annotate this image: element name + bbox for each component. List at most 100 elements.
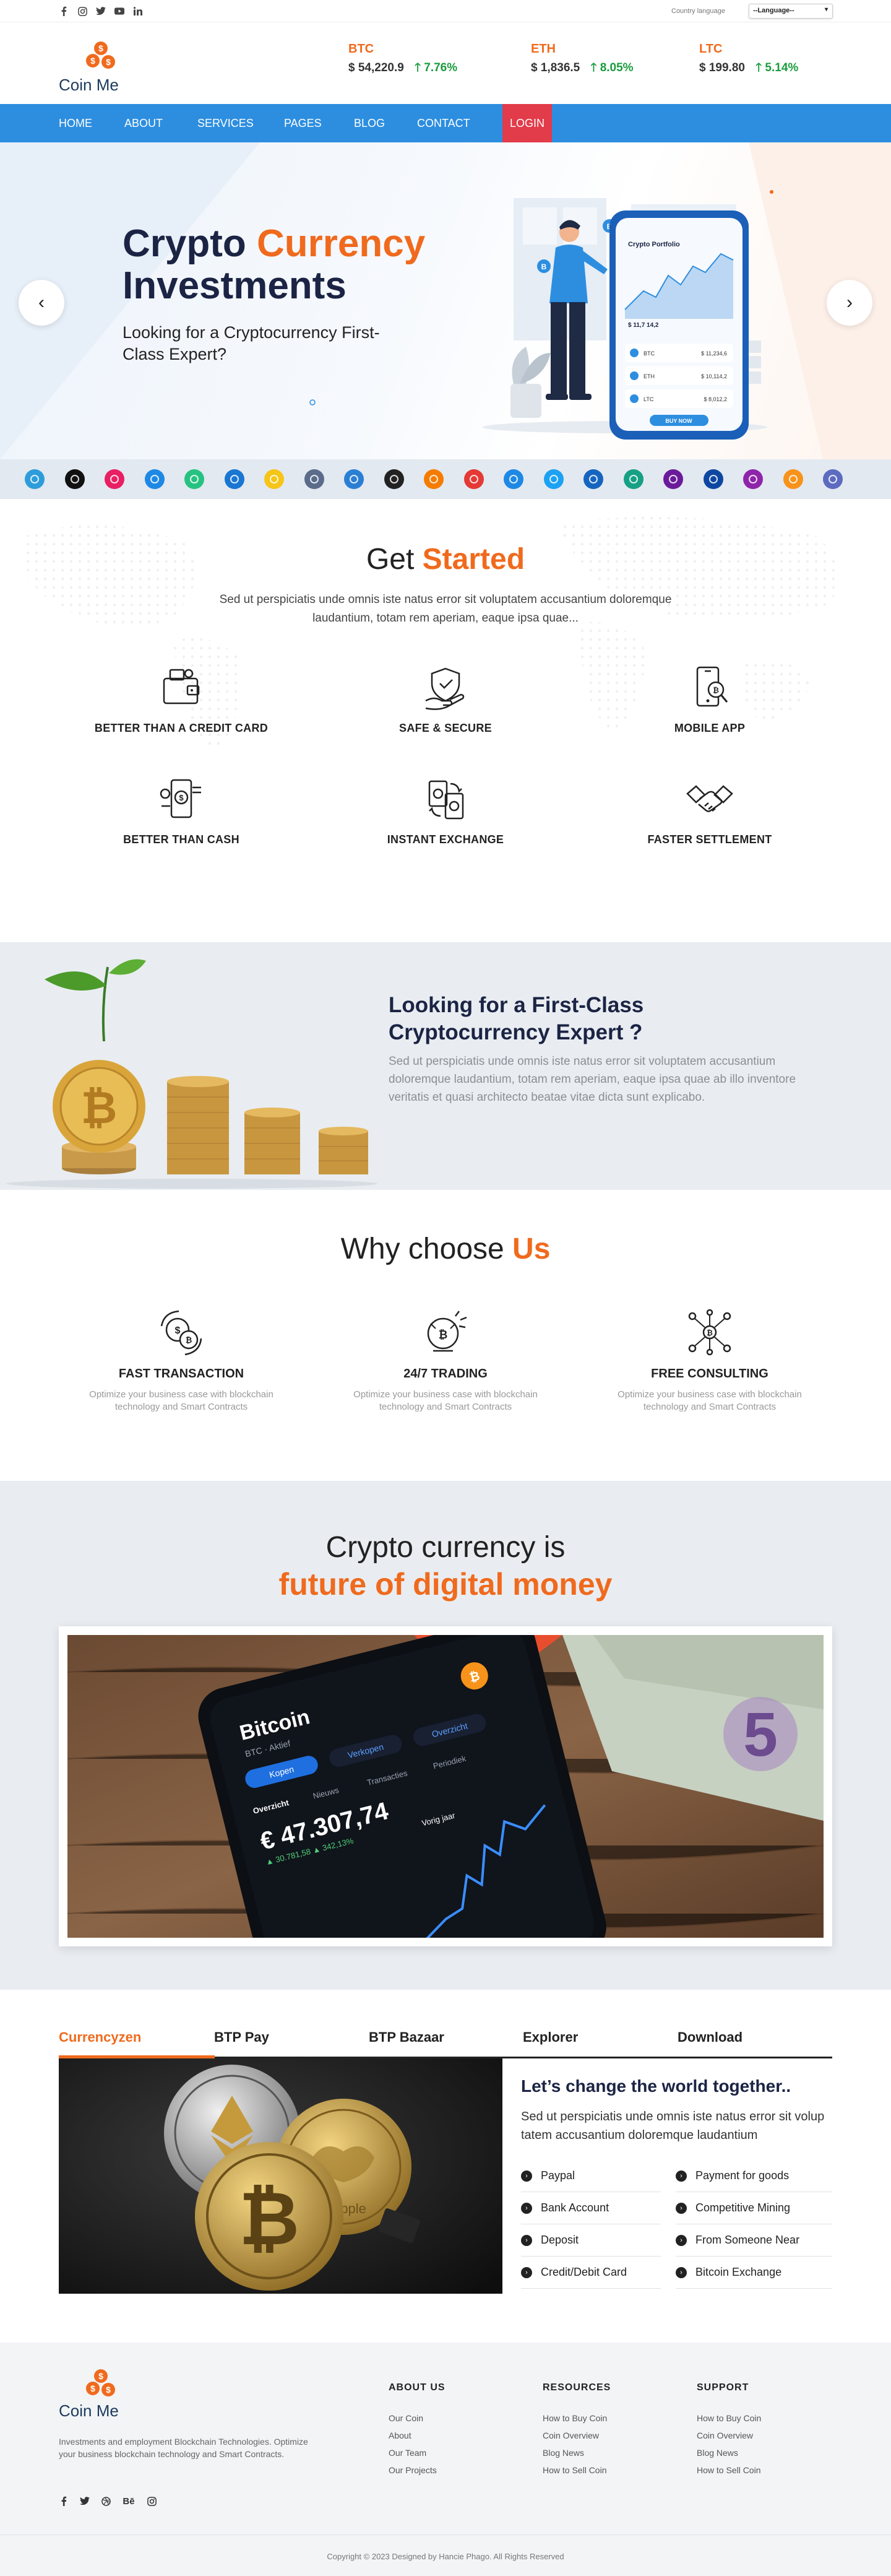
- nav-about[interactable]: ABOUT: [124, 104, 163, 142]
- coins-plant-image: ₿: [6, 959, 377, 1189]
- coin-logo-icon: [424, 469, 444, 489]
- coin-logo-mark: [110, 475, 119, 484]
- future-title-line2: future of digital money: [278, 1567, 613, 1602]
- footer-link[interactable]: How to Sell Coin: [697, 2465, 761, 2475]
- ticker-name: ETH: [531, 42, 556, 56]
- coin-logo-mark: [190, 475, 199, 484]
- coin-logo-icon: [64, 469, 85, 489]
- instagram-icon[interactable]: [147, 2496, 157, 2506]
- feature-label: BETTER THAN A CREDIT CARD: [94, 722, 269, 734]
- behance-icon[interactable]: Bē: [122, 2496, 136, 2507]
- coin-logo-icon: [144, 469, 165, 489]
- coin-logo-mark: [749, 475, 757, 484]
- chevron-down-icon: ▾: [824, 6, 828, 13]
- nav-blog[interactable]: BLOG: [354, 104, 385, 142]
- coin-logo-icon: [463, 469, 484, 489]
- ticker-change: 8.05%: [600, 61, 634, 74]
- footer-link[interactable]: How to Buy Coin: [543, 2413, 607, 2423]
- nav-contact[interactable]: CONTACT: [417, 104, 470, 142]
- coin-logo-icon: [105, 469, 124, 489]
- coin-logo-mark: [469, 475, 478, 484]
- coin-logo-mark: [509, 475, 518, 484]
- feature-label: SAFE & SECURE: [399, 722, 492, 734]
- arrow-right-icon: ›: [676, 2170, 687, 2182]
- phone-balance: $ 11,7 14,2: [628, 322, 659, 329]
- ticker-price: $ 1,836.5: [531, 61, 580, 74]
- coin-logo-icon: [304, 469, 324, 489]
- footer-link[interactable]: How to Buy Coin: [697, 2413, 761, 2423]
- service-label: From Someone Near: [695, 2234, 800, 2246]
- slider-prev-button[interactable]: ‹: [19, 280, 64, 326]
- coin-logo-icon: [743, 469, 763, 489]
- why-title: Why choose Us: [0, 1232, 891, 1266]
- feature-credit-card: BETTER THAN A CREDIT CARD: [70, 664, 293, 735]
- title-accent: Us: [512, 1233, 551, 1265]
- footer-logo-text: Coin Me: [59, 2401, 119, 2420]
- footer-link[interactable]: Our Team: [389, 2448, 426, 2458]
- service-divider: [676, 2256, 832, 2257]
- facebook-icon[interactable]: [59, 2496, 69, 2506]
- login-button[interactable]: LOGIN: [502, 104, 553, 142]
- language-select-value: --Language--: [753, 7, 794, 14]
- secure-hand-icon: [425, 667, 465, 710]
- footer-link[interactable]: Our Coin: [389, 2413, 423, 2423]
- coin-logo-mark: [309, 475, 319, 484]
- coin-logo-icon: [25, 469, 45, 489]
- service-item: › Bank Account: [521, 2201, 609, 2214]
- nav-home[interactable]: HOME: [59, 104, 92, 142]
- footer-link[interactable]: Blog News: [697, 2448, 738, 2458]
- language-select[interactable]: --Language-- ▾: [749, 4, 833, 19]
- get-started-description: Sed ut perspiciatis unde omnis iste natu…: [219, 593, 672, 625]
- arrow-right-icon: ›: [676, 2202, 687, 2214]
- coin-logo-mark: [788, 475, 798, 484]
- footer-column-title: ABOUT US: [389, 2382, 446, 2393]
- footer-link[interactable]: Coin Overview: [697, 2431, 753, 2440]
- ticker-btc: BTC $ 54,220.9 🡑 7.76%: [348, 42, 457, 79]
- footer-link[interactable]: About: [389, 2431, 411, 2440]
- slider-next-button[interactable]: ›: [827, 280, 872, 326]
- facebook-icon[interactable]: [59, 6, 69, 16]
- twitter-icon[interactable]: [80, 2496, 90, 2506]
- products-tabs-section: Currencyzen BTP Pay BTP Bazaar Explorer …: [0, 1990, 891, 2343]
- footer-link[interactable]: Our Projects: [389, 2465, 437, 2475]
- coin-logo-icon: [264, 469, 284, 489]
- arrow-right-icon: ›: [676, 2266, 687, 2278]
- tab-currencyzen[interactable]: Currencyzen: [59, 2029, 141, 2045]
- phone-row-coin: ETH: [644, 373, 655, 379]
- svg-text:$: $: [179, 793, 184, 802]
- footer-link[interactable]: How to Sell Coin: [543, 2465, 607, 2475]
- phone-row-coin: LTC: [644, 396, 654, 402]
- hero-title-accent: Currency: [257, 222, 426, 265]
- instagram-icon[interactable]: [77, 6, 87, 16]
- tab-explorer[interactable]: Explorer: [523, 2029, 578, 2045]
- service-item: › Payment for goods: [676, 2169, 789, 2182]
- phone-buy-button: BUY NOW: [665, 418, 692, 424]
- chevron-left-icon: ‹: [38, 292, 45, 313]
- arrow-up-icon: 🡑: [415, 61, 421, 74]
- footer-link[interactable]: Coin Overview: [543, 2431, 599, 2440]
- arrow-right-icon: ›: [521, 2266, 532, 2278]
- site-logo[interactable]: $ $ $ Coin Me: [59, 40, 139, 95]
- service-divider: [521, 2288, 661, 2289]
- tab-btp-pay[interactable]: BTP Pay: [214, 2029, 269, 2045]
- nav-pages[interactable]: PAGES: [284, 104, 322, 142]
- nav-services[interactable]: SERVICES: [197, 104, 254, 142]
- ticker-name: LTC: [699, 42, 723, 56]
- service-label: Competitive Mining: [695, 2201, 791, 2214]
- footer-column-title: RESOURCES: [543, 2382, 611, 2393]
- dribbble-icon[interactable]: [101, 2496, 111, 2506]
- footer-link[interactable]: Blog News: [543, 2448, 584, 2458]
- tab-download[interactable]: Download: [678, 2029, 742, 2045]
- hero-illustration: B B Crypto Portfolio $ 11,7 14,2 BTC $ 1…: [483, 198, 767, 440]
- top-social-links: [59, 6, 143, 16]
- consulting-icon: ₿: [688, 1309, 731, 1356]
- svg-text:$: $: [90, 56, 95, 66]
- why-label: 24/7 TRADING: [403, 1367, 488, 1381]
- footer-logo[interactable]: $ $ $ Coin Me: [59, 2367, 139, 2423]
- twitter-icon[interactable]: [96, 6, 106, 16]
- tab-heading: Let’s change the world together..: [521, 2076, 791, 2096]
- linkedin-icon[interactable]: [133, 6, 143, 16]
- coin-logo-icon: [783, 469, 803, 489]
- tab-btp-bazaar[interactable]: BTP Bazaar: [369, 2029, 444, 2045]
- youtube-icon[interactable]: [114, 6, 124, 16]
